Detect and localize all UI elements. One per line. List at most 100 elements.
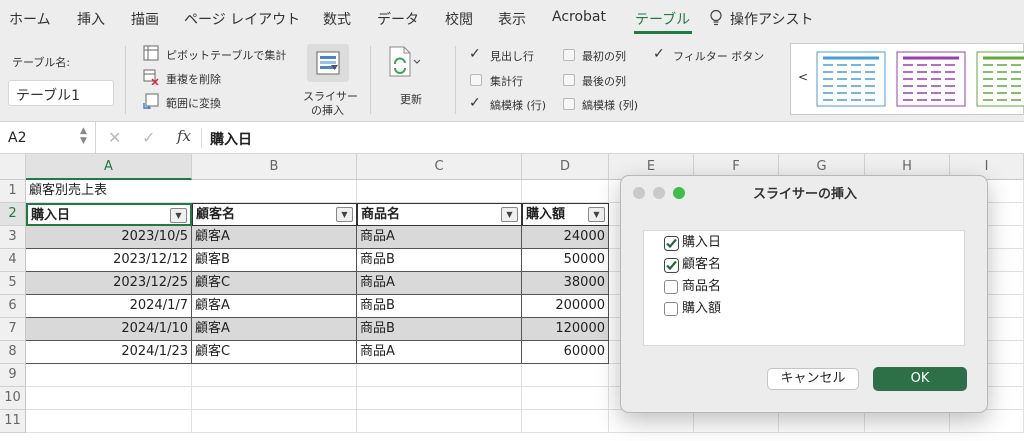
filter-dropdown-icon[interactable]: ▼ <box>170 208 187 223</box>
tab-view[interactable]: 表示 <box>498 9 526 29</box>
checkbox-checked-icon[interactable] <box>664 236 679 251</box>
total-row-checkbox[interactable] <box>470 74 482 86</box>
column-header-a[interactable]: A <box>26 154 192 180</box>
insert-function-icon[interactable]: fx <box>177 127 191 145</box>
tab-tell-me[interactable]: 操作アシスト <box>730 9 813 29</box>
row-header[interactable]: 7 <box>0 318 26 341</box>
remove-duplicates-button[interactable]: 重複を削除 <box>166 71 221 87</box>
sheet-title-cell[interactable]: 顧客別売上表 <box>26 180 192 203</box>
checkbox-checked-icon[interactable] <box>664 258 679 273</box>
filter-button-checkbox[interactable]: ✓ <box>653 47 665 61</box>
empty-cell[interactable] <box>192 180 357 203</box>
table-cell[interactable]: 商品B <box>357 295 522 318</box>
empty-cell[interactable] <box>609 410 694 433</box>
column-header-b[interactable]: B <box>192 154 357 180</box>
empty-cell[interactable] <box>694 410 779 433</box>
table-cell[interactable]: 商品A <box>357 341 522 364</box>
row-header[interactable]: 10 <box>0 387 26 410</box>
cancel-button[interactable]: キャンセル <box>767 368 859 390</box>
header-row-checkbox[interactable]: ✓ <box>469 47 481 61</box>
row-header[interactable]: 3 <box>0 226 26 249</box>
empty-cell[interactable] <box>357 364 522 387</box>
table-cell[interactable]: 商品B <box>357 318 522 341</box>
tab-draw[interactable]: 描画 <box>131 9 159 29</box>
column-header-c[interactable]: C <box>357 154 522 180</box>
checkbox-unchecked-icon[interactable] <box>664 280 678 294</box>
row-header[interactable]: 4 <box>0 249 26 272</box>
empty-cell[interactable] <box>357 387 522 410</box>
table-cell[interactable]: 24000 <box>522 226 609 249</box>
table-cell[interactable]: 顧客C <box>192 341 357 364</box>
table-style-thumbnails[interactable] <box>813 50 1024 110</box>
empty-cell[interactable] <box>192 410 357 433</box>
table-cell[interactable]: 商品A <box>357 272 522 295</box>
row-header[interactable]: 8 <box>0 341 26 364</box>
filter-dropdown-icon[interactable]: ▼ <box>501 207 518 222</box>
insert-slicer-button[interactable] <box>307 44 349 82</box>
tab-insert[interactable]: 挿入 <box>77 9 105 29</box>
table-cell[interactable]: 顧客A <box>192 295 357 318</box>
first-column-checkbox[interactable] <box>563 49 575 61</box>
empty-cell[interactable] <box>522 387 609 410</box>
banded-rows-checkbox[interactable]: ✓ <box>469 96 481 110</box>
table-cell[interactable]: 200000 <box>522 295 609 318</box>
row-header[interactable]: 2 <box>0 203 26 226</box>
last-column-checkbox[interactable] <box>563 74 575 86</box>
table-cell[interactable]: 2024/1/7 <box>26 295 192 318</box>
empty-cell[interactable] <box>522 410 609 433</box>
gallery-prev-button[interactable]: < <box>798 70 808 84</box>
tab-formulas[interactable]: 数式 <box>323 9 351 29</box>
table-cell[interactable]: 商品A <box>357 226 522 249</box>
table-cell[interactable]: 38000 <box>522 272 609 295</box>
table-style-gallery[interactable]: < <box>790 43 1024 115</box>
name-box-stepper-icon[interactable]: ▲ ▼ <box>80 126 87 146</box>
convert-to-range-button[interactable]: 範囲に変換 <box>166 95 221 111</box>
row-header[interactable]: 9 <box>0 364 26 387</box>
table-cell[interactable]: 顧客B <box>192 249 357 272</box>
row-header[interactable]: 1 <box>0 180 26 203</box>
empty-cell[interactable] <box>522 364 609 387</box>
header-cell-product[interactable]: 商品名 ▼ <box>357 203 522 226</box>
empty-cell[interactable] <box>865 410 950 433</box>
ok-button[interactable]: OK <box>873 367 967 391</box>
empty-cell[interactable] <box>192 364 357 387</box>
table-cell[interactable]: 顧客A <box>192 318 357 341</box>
confirm-icon[interactable]: ✓ <box>142 128 155 147</box>
empty-cell[interactable] <box>26 387 192 410</box>
header-cell-purchase-date[interactable]: 購入日 ▼ <box>26 203 192 226</box>
table-cell[interactable]: 60000 <box>522 341 609 364</box>
checkbox-unchecked-icon[interactable] <box>664 302 678 316</box>
table-cell[interactable]: 顧客A <box>192 226 357 249</box>
filter-dropdown-icon[interactable]: ▼ <box>588 207 605 222</box>
select-all-corner[interactable] <box>0 154 26 180</box>
empty-cell[interactable] <box>357 180 522 203</box>
cancel-icon[interactable]: ✕ <box>108 128 121 147</box>
empty-cell[interactable] <box>357 410 522 433</box>
filter-dropdown-icon[interactable]: ▼ <box>336 207 353 222</box>
tab-home[interactable]: ホーム <box>9 9 51 29</box>
empty-cell[interactable] <box>26 410 192 433</box>
refresh-icon[interactable] <box>388 46 421 83</box>
empty-cell[interactable] <box>522 180 609 203</box>
header-cell-amount[interactable]: 購入額 ▼ <box>522 203 609 226</box>
empty-cell[interactable] <box>779 410 865 433</box>
row-header[interactable]: 6 <box>0 295 26 318</box>
table-cell[interactable]: 2023/12/12 <box>26 249 192 272</box>
column-header-d[interactable]: D <box>522 154 609 180</box>
banded-columns-checkbox[interactable] <box>563 98 575 110</box>
empty-cell[interactable] <box>950 410 1024 433</box>
tab-data[interactable]: データ <box>377 9 419 29</box>
tab-acrobat[interactable]: Acrobat <box>552 9 606 25</box>
formula-input[interactable]: 購入日 <box>210 129 252 149</box>
pivot-table-button[interactable]: ピボットテーブルで集計 <box>166 47 286 63</box>
tab-review[interactable]: 校閲 <box>445 9 473 29</box>
empty-cell[interactable] <box>26 364 192 387</box>
empty-cell[interactable] <box>192 387 357 410</box>
table-cell[interactable]: 顧客C <box>192 272 357 295</box>
table-cell[interactable]: 2024/1/23 <box>26 341 192 364</box>
tab-page-layout[interactable]: ページ レイアウト <box>184 9 300 29</box>
header-cell-customer[interactable]: 顧客名 ▼ <box>192 203 357 226</box>
row-header[interactable]: 5 <box>0 272 26 295</box>
table-cell[interactable]: 2024/1/10 <box>26 318 192 341</box>
table-cell[interactable]: 2023/10/5 <box>26 226 192 249</box>
